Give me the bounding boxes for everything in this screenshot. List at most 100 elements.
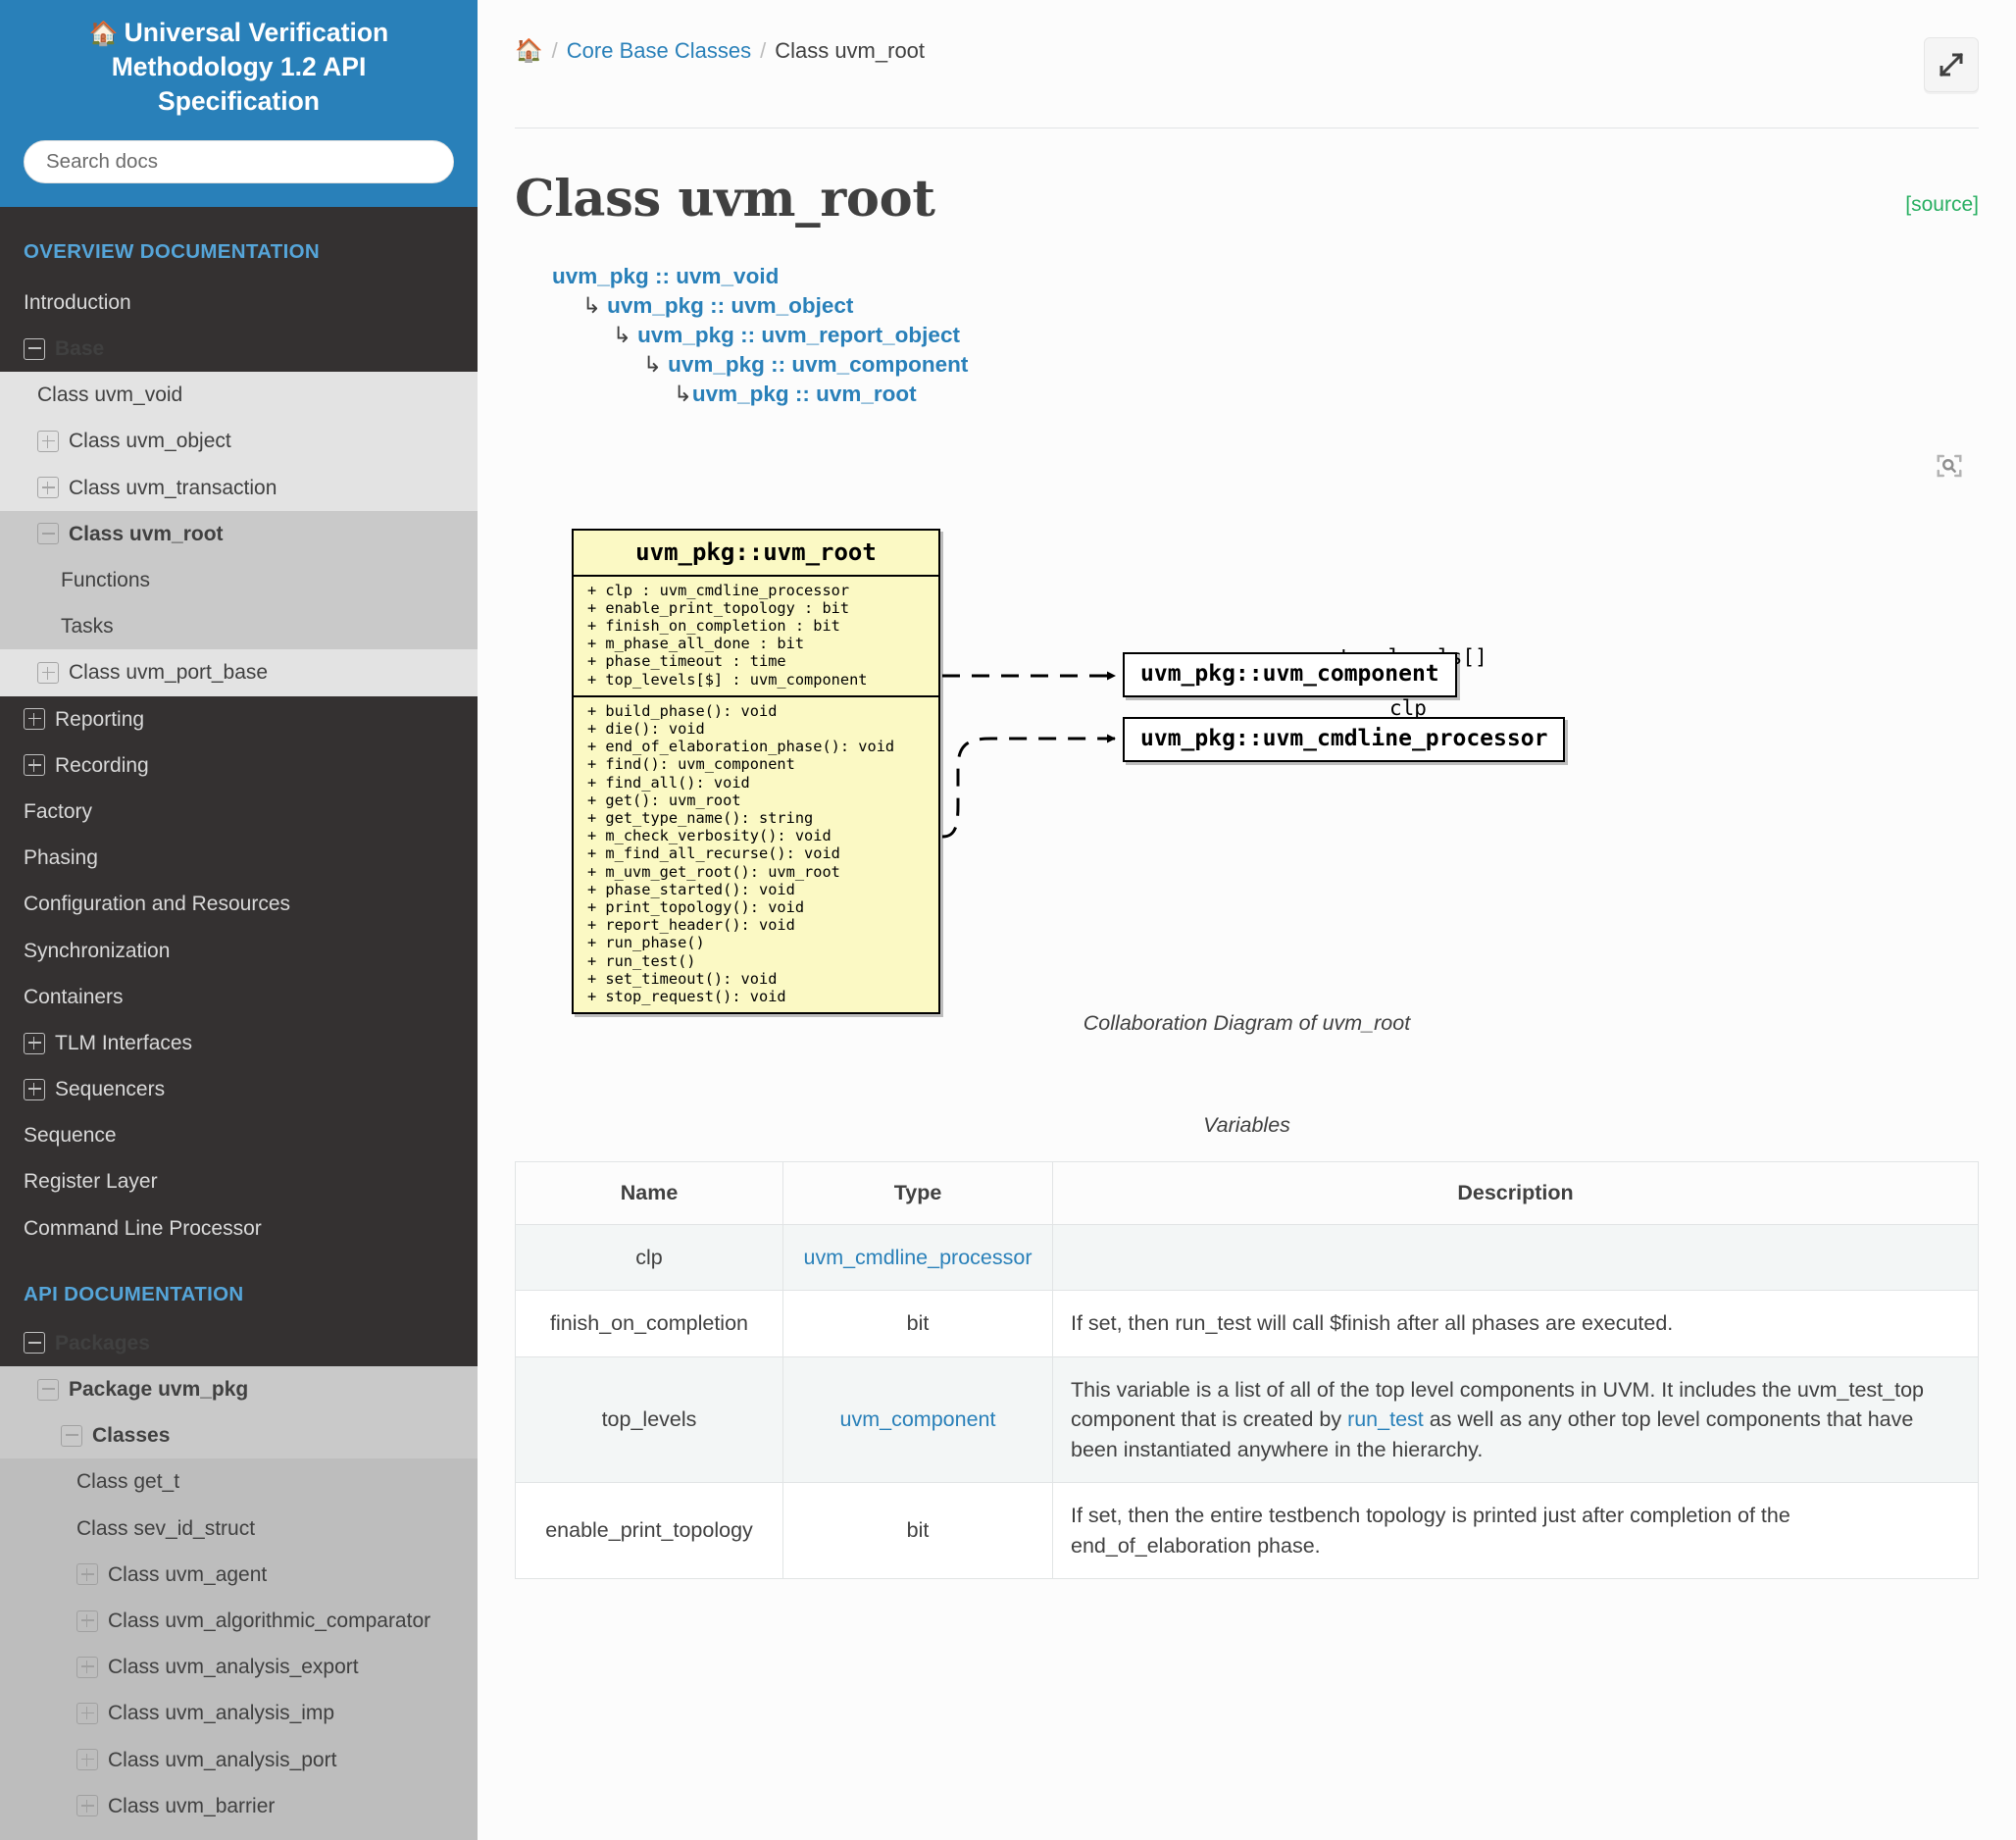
column-header-type: Type (783, 1161, 1053, 1224)
sidebar-item-command-line-processor[interactable]: Command Line Processor (0, 1205, 478, 1252)
variable-description-cell: If set, then run_test will call $finish … (1053, 1291, 1979, 1357)
uml-attribute-row: + phase_timeout : time (587, 652, 925, 670)
sidebar-item-label: Sequence (24, 1123, 117, 1148)
expand-icon[interactable] (24, 1033, 45, 1054)
sidebar-item-label: Factory (24, 799, 92, 824)
sidebar-item-class-uvm-barrier[interactable]: Class uvm_barrier (0, 1783, 478, 1829)
sidebar-item-label: Containers (24, 985, 124, 1009)
sidebar-item-class-sev-id-struct[interactable]: Class sev_id_struct (0, 1506, 478, 1552)
collapse-icon[interactable] (24, 338, 45, 360)
uml-method-row: + end_of_elaboration_phase(): void (587, 738, 925, 755)
inheritance-class[interactable]: uvm_component (791, 352, 968, 377)
variable-type-link[interactable]: uvm_cmdline_processor (803, 1246, 1032, 1269)
sidebar-item-class-uvm-transaction[interactable]: Class uvm_transaction (0, 465, 478, 511)
expand-icon[interactable] (24, 1079, 45, 1100)
inheritance-package[interactable]: uvm_pkg (637, 323, 734, 347)
table-header-row: Name Type Description (516, 1161, 1979, 1224)
sidebar-item-class-uvm-void[interactable]: Class uvm_void (0, 372, 478, 418)
sidebar-header: 🏠Universal Verification Methodology 1.2 … (0, 0, 478, 207)
sidebar-item-class-uvm-root[interactable]: Class uvm_root (0, 511, 478, 557)
sidebar-item-label: Package uvm_pkg (69, 1377, 248, 1402)
sidebar-item-tasks[interactable]: Tasks (0, 603, 478, 649)
sidebar-item-class-uvm-port-base[interactable]: Class uvm_port_base (0, 649, 478, 695)
sidebar-item-base[interactable]: Base (0, 326, 478, 372)
sidebar-item-phasing[interactable]: Phasing (0, 835, 478, 881)
expand-icon[interactable] (24, 708, 45, 730)
home-icon[interactable]: 🏠 (515, 37, 543, 64)
expand-icon[interactable] (76, 1657, 98, 1678)
inheritance-node[interactable]: uvm_pkg :: uvm_void (515, 262, 1979, 291)
collapse-icon[interactable] (24, 1332, 45, 1354)
sidebar-item-label: Phasing (24, 845, 98, 870)
sidebar-item-register-layer[interactable]: Register Layer (0, 1158, 478, 1204)
sidebar-item-class-uvm-analysis-port[interactable]: Class uvm_analysis_port (0, 1737, 478, 1783)
sidebar-item-label: Functions (61, 568, 150, 592)
sidebar-item-class-get-t[interactable]: Class get_t (0, 1458, 478, 1505)
sidebar-item-reporting[interactable]: Reporting (0, 696, 478, 742)
sidebar-item-class-uvm-analysis-export[interactable]: Class uvm_analysis_export (0, 1644, 478, 1690)
sidebar-item-classes[interactable]: Classes (0, 1412, 478, 1458)
description-link[interactable]: run_test (1347, 1407, 1424, 1431)
uml-method-row: + die(): void (587, 720, 925, 738)
uml-attribute-row: + top_levels[$] : uvm_component (587, 671, 925, 689)
sidebar-item-class-uvm-object[interactable]: Class uvm_object (0, 418, 478, 464)
inheritance-node[interactable]: ↳ uvm_pkg :: uvm_object (515, 291, 1979, 321)
collapse-icon[interactable] (37, 1379, 59, 1401)
sidebar-item-introduction[interactable]: Introduction (0, 280, 478, 326)
sidebar-item-class-uvm-agent[interactable]: Class uvm_agent (0, 1552, 478, 1598)
uml-method-row: + get(): uvm_root (587, 792, 925, 809)
inheritance-class[interactable]: uvm_void (676, 264, 779, 288)
inheritance-class[interactable]: uvm_object (731, 293, 853, 318)
sidebar-item-label: Introduction (24, 290, 131, 315)
sidebar-item-packages[interactable]: Packages (0, 1320, 478, 1366)
related-class-uvm-cmdline-processor: uvm_pkg::uvm_cmdline_processor (1123, 717, 1565, 762)
sidebar-item-class-uvm-analysis-imp[interactable]: Class uvm_analysis_imp (0, 1690, 478, 1736)
source-link[interactable]: [source] (1905, 193, 1979, 217)
inheritance-arrow-icon: ↳ (643, 352, 668, 377)
inheritance-node[interactable]: ↳ uvm_pkg :: uvm_component (515, 350, 1979, 380)
zoom-fit-icon[interactable] (1928, 444, 1971, 487)
sidebar-item-recording[interactable]: Recording (0, 742, 478, 789)
expand-icon[interactable] (37, 431, 59, 452)
inheritance-class[interactable]: uvm_root (816, 382, 917, 406)
sidebar-item-label: Register Layer (24, 1169, 158, 1194)
search-input[interactable] (24, 140, 454, 183)
expand-arrows-icon[interactable] (1924, 37, 1979, 92)
expand-icon[interactable] (76, 1703, 98, 1724)
expand-icon[interactable] (37, 477, 59, 498)
collapse-icon[interactable] (61, 1425, 82, 1447)
sidebar-item-functions[interactable]: Functions (0, 557, 478, 603)
uml-method-row: + run_phase() (587, 934, 925, 951)
inheritance-node[interactable]: ↳uvm_pkg :: uvm_root (515, 380, 1979, 409)
expand-icon[interactable] (76, 1795, 98, 1816)
breadcrumb-parent-link[interactable]: Core Base Classes (567, 38, 751, 64)
expand-icon[interactable] (37, 662, 59, 684)
sidebar-item-configuration-and-resources[interactable]: Configuration and Resources (0, 881, 478, 927)
sidebar-item-synchronization[interactable]: Synchronization (0, 928, 478, 974)
sidebar-title[interactable]: 🏠Universal Verification Methodology 1.2 … (24, 16, 454, 119)
inheritance-separator: :: (649, 264, 677, 288)
sidebar-item-sequence[interactable]: Sequence (0, 1112, 478, 1158)
sidebar-item-sequencers[interactable]: Sequencers (0, 1066, 478, 1112)
sidebar-item-containers[interactable]: Containers (0, 974, 478, 1020)
sidebar-item-package-uvm-pkg[interactable]: Package uvm_pkg (0, 1366, 478, 1412)
expand-icon[interactable] (76, 1610, 98, 1632)
inheritance-class[interactable]: uvm_report_object (761, 323, 960, 347)
sidebar-item-label: Classes (92, 1423, 170, 1448)
sidebar-item-label: Class uvm_root (69, 522, 224, 546)
inheritance-package[interactable]: uvm_pkg (552, 264, 649, 288)
expand-icon[interactable] (76, 1563, 98, 1585)
inheritance-node[interactable]: ↳ uvm_pkg :: uvm_report_object (515, 321, 1979, 350)
collapse-icon[interactable] (37, 523, 59, 544)
sidebar-item-label: Class get_t (76, 1469, 179, 1494)
sidebar-item-factory[interactable]: Factory (0, 789, 478, 835)
inheritance-package[interactable]: uvm_pkg (692, 382, 789, 406)
variable-type-link[interactable]: uvm_component (840, 1407, 996, 1431)
expand-icon[interactable] (24, 754, 45, 776)
expand-icon[interactable] (76, 1749, 98, 1770)
sidebar-item-class-uvm-bit-rsrc[interactable]: Class uvm_bit_rsrc (0, 1829, 478, 1840)
inheritance-package[interactable]: uvm_pkg (668, 352, 765, 377)
sidebar-item-tlm-interfaces[interactable]: TLM Interfaces (0, 1020, 478, 1066)
inheritance-package[interactable]: uvm_pkg (607, 293, 704, 318)
sidebar-item-class-uvm-algorithmic-comparator[interactable]: Class uvm_algorithmic_comparator (0, 1598, 478, 1644)
